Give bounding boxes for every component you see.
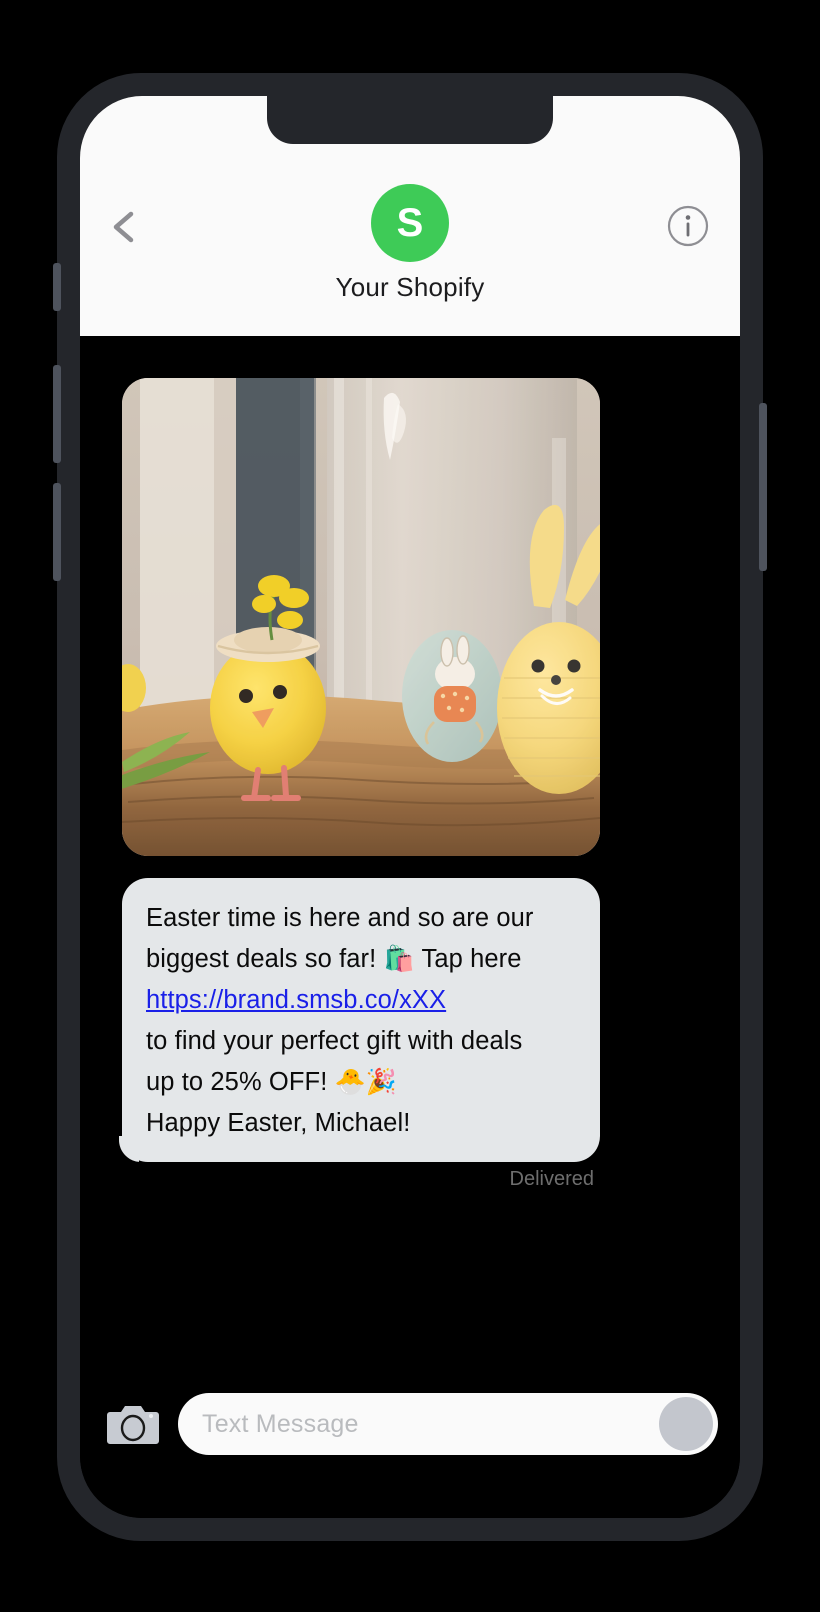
phone-device-frame: S Your Shopify Easter time is here and s… bbox=[53, 73, 767, 1541]
message-line-2-post: Tap here bbox=[414, 945, 522, 973]
volume-up-button[interactable] bbox=[53, 365, 61, 463]
camera-icon bbox=[107, 1406, 159, 1444]
incoming-message-bubble[interactable]: Easter time is here and so are our bigge… bbox=[119, 878, 600, 1162]
delivery-status: Delivered bbox=[509, 1168, 594, 1190]
message-line-2-pre: biggest deals so far! bbox=[146, 945, 384, 973]
back-button[interactable] bbox=[108, 210, 142, 244]
phone-screen: S Your Shopify Easter time is here and s… bbox=[80, 96, 740, 1518]
send-button[interactable] bbox=[659, 1397, 713, 1451]
mms-photo-attachment[interactable] bbox=[122, 378, 600, 856]
bubble-tail bbox=[111, 1136, 139, 1162]
shopping-bags-emoji: 🛍️ bbox=[383, 945, 415, 973]
header-row: S Your Shopify bbox=[80, 184, 740, 302]
message-bubble-row: Easter time is here and so are our bigge… bbox=[119, 878, 600, 1191]
power-button[interactable] bbox=[759, 403, 767, 571]
message-line-3: https://brand.smsb.co/xXX bbox=[146, 980, 576, 1021]
info-button[interactable] bbox=[666, 204, 710, 248]
contact-identity[interactable]: S Your Shopify bbox=[260, 184, 560, 303]
camera-button[interactable] bbox=[106, 1402, 160, 1446]
info-circle-icon bbox=[667, 205, 709, 247]
message-line-6: Happy Easter, Michael! bbox=[146, 1109, 411, 1137]
message-line-5-pre: up to 25% OFF! bbox=[146, 1068, 335, 1096]
message-line-5: up to 25% OFF! 🐣🎉 bbox=[146, 1062, 576, 1103]
mute-switch[interactable] bbox=[53, 263, 61, 311]
contact-name: Your Shopify bbox=[335, 272, 485, 302]
volume-down-button[interactable] bbox=[53, 483, 61, 581]
chevron-left-icon bbox=[113, 211, 134, 243]
message-placeholder: Text Message bbox=[202, 1409, 359, 1438]
easter-photo-image bbox=[122, 378, 600, 856]
avatar: S bbox=[371, 184, 449, 262]
message-line-4: to find your perfect gift with deals bbox=[146, 1027, 523, 1055]
message-link[interactable]: https://brand.smsb.co/xXX bbox=[146, 986, 446, 1014]
device-notch bbox=[267, 96, 553, 144]
message-text-field[interactable]: Text Message bbox=[178, 1393, 718, 1455]
message-list: Easter time is here and so are our bigge… bbox=[80, 336, 740, 1378]
message-input-bar: Text Message bbox=[80, 1378, 740, 1518]
message-line-1: Easter time is here and so are our bbox=[146, 904, 534, 932]
message-line-2: biggest deals so far! 🛍️ Tap here bbox=[146, 939, 576, 980]
hatching-chick-party-popper-emoji: 🐣🎉 bbox=[334, 1068, 398, 1096]
